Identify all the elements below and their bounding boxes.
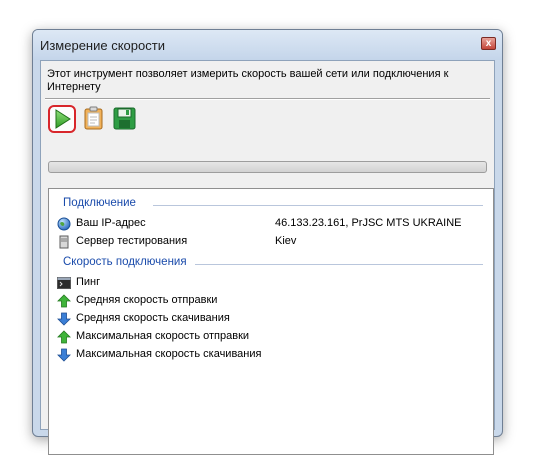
ip-address-label: Ваш IP-адрес (76, 217, 146, 229)
dialog-client-area: Этот инструмент позволяет измерить скоро… (40, 60, 495, 455)
group-divider (153, 205, 483, 206)
copy-results-button[interactable] (82, 105, 110, 133)
title-bar[interactable]: Измерение скорости x (33, 30, 502, 60)
test-server-row: Сервер тестирования Kiev (55, 234, 485, 250)
avg-upload-label: Средняя скорость отправки (76, 294, 218, 306)
ip-address-row: Ваш IP-адрес 46.133.23.161, PrJSC MTS UK… (55, 216, 485, 232)
save-icon (113, 107, 136, 130)
avg-download-row: Средняя скорость скачивания (55, 311, 485, 327)
console-icon (57, 277, 71, 289)
ping-label: Пинг (76, 276, 101, 288)
connection-group-title: Подключение (63, 197, 136, 209)
close-button[interactable]: x (481, 37, 496, 50)
avg-upload-row: Средняя скорость отправки (55, 293, 485, 309)
close-icon: x (485, 38, 492, 49)
ping-row: Пинг (55, 275, 485, 291)
save-results-button[interactable] (112, 105, 140, 133)
speed-test-window: Измерение скорости x Этот инструмент поз… (32, 29, 503, 455)
globe-icon (57, 217, 71, 231)
test-server-value: Kiev (275, 235, 297, 247)
server-icon (59, 235, 69, 249)
start-test-button[interactable] (48, 105, 76, 133)
arrow-down-icon (57, 348, 71, 362)
max-download-label: Максимальная скорость скачивания (76, 348, 262, 360)
speed-group-title: Скорость подключения (63, 256, 187, 268)
test-progress-bar (48, 161, 487, 173)
divider (45, 98, 490, 100)
arrow-up-icon (57, 330, 71, 344)
window-title: Измерение скорости (40, 38, 165, 53)
ip-address-value: 46.133.23.161, PrJSC MTS UKRAINE (275, 217, 462, 229)
max-upload-row: Максимальная скорость отправки (55, 329, 485, 345)
results-panel: Подключение Ваш IP-адрес 46.133.23.161, … (48, 188, 494, 455)
arrow-down-icon (57, 312, 71, 326)
play-icon (55, 109, 71, 129)
clipboard-icon (84, 106, 103, 130)
max-upload-label: Максимальная скорость отправки (76, 330, 250, 342)
max-download-row: Максимальная скорость скачивания (55, 347, 485, 363)
arrow-up-icon (57, 294, 71, 308)
group-divider (195, 264, 483, 265)
test-server-label: Сервер тестирования (76, 235, 188, 247)
avg-download-label: Средняя скорость скачивания (76, 312, 230, 324)
tool-description: Этот инструмент позволяет измерить скоро… (47, 68, 449, 93)
